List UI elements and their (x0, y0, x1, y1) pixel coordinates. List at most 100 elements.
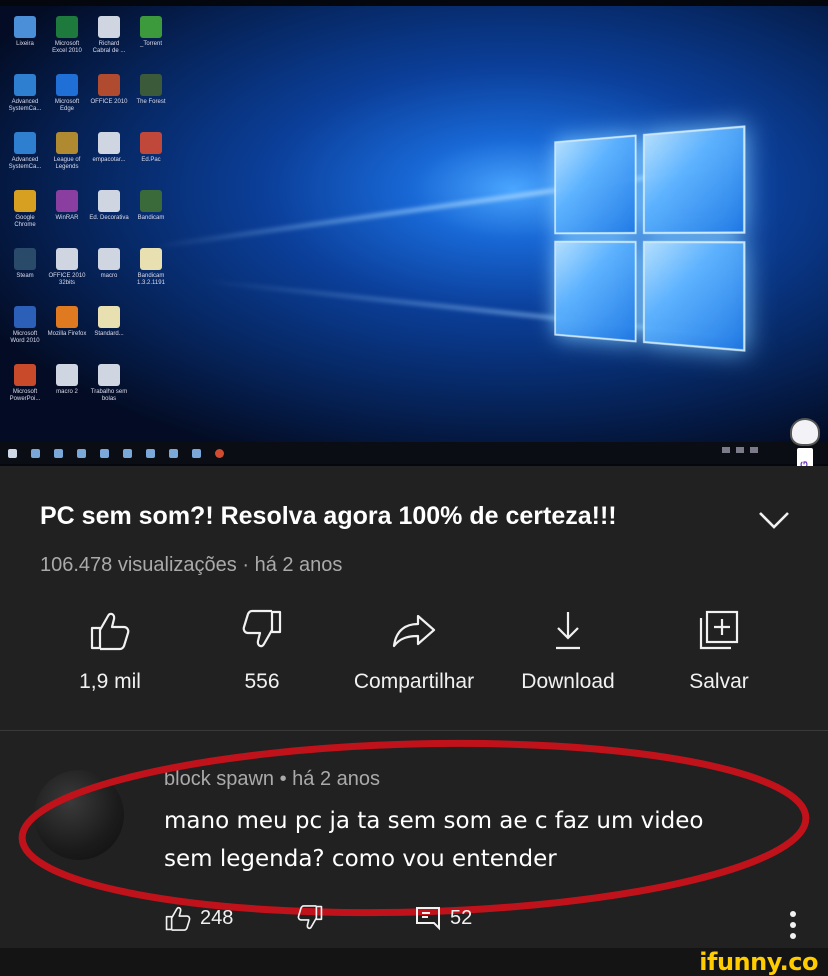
desktop-icon[interactable]: Google Chrome (4, 188, 46, 246)
desktop-icon[interactable]: macro (88, 246, 130, 304)
chevron-down-icon[interactable] (756, 504, 792, 534)
more-options-icon[interactable] (786, 908, 800, 942)
game-icon (140, 74, 162, 96)
ifunny-watermark: ifunny.co (699, 948, 818, 976)
bandicam-icon (140, 190, 162, 212)
desktop-icon-label: Trabalho sem bolas (90, 389, 128, 402)
desktop-icon-label: Bandicam (137, 215, 165, 221)
desktop-icon[interactable]: Microsoft Excel 2010 (46, 14, 88, 72)
save-button[interactable]: Salvar (676, 608, 762, 694)
desktop-icon-label: Microsoft PowerPoi... (9, 389, 41, 402)
league-icon (56, 132, 78, 154)
desktop-icon[interactable]: OFFICE 2010 32bits (46, 246, 88, 304)
desktop-icon-label: Advanced SystemCa... (8, 99, 42, 112)
desktop-icon-label: Steam (16, 273, 34, 279)
windows-logo-pane (643, 125, 746, 234)
volume-icon (736, 447, 744, 453)
desktop-icon-label: empacotar... (92, 157, 126, 163)
comment-like-button[interactable]: 248 (164, 904, 233, 932)
firefox-icon (56, 306, 78, 328)
desktop-icon-grid: Lixeira Microsoft Excel 2010 Richard Cabra… (4, 14, 184, 420)
comment-dislike-button[interactable] (296, 904, 324, 932)
comment-author[interactable]: block spawn • há 2 anos (164, 768, 380, 791)
download-button[interactable]: Download (510, 608, 626, 694)
desktop-icon-label: WinRAR (55, 215, 79, 221)
download-icon (556, 612, 580, 650)
desktop-icon[interactable]: League of Legends (46, 130, 88, 188)
replies-button[interactable]: 52 (414, 904, 472, 932)
desktop-icon[interactable]: Trabalho sem bolas (88, 362, 130, 420)
edge-icon (77, 448, 86, 458)
desktop-icon-label: Lixeira (16, 41, 34, 47)
desktop-icon[interactable]: Steam (4, 246, 46, 304)
desktop-icon[interactable]: macro 2 (46, 362, 88, 420)
save-label: Salvar (689, 670, 749, 693)
replies-count: 52 (450, 906, 473, 929)
recycle-bin-icon (14, 16, 36, 38)
office-icon (98, 74, 120, 96)
desktop-icon-label: macro (100, 273, 118, 279)
video-actions: 1,9 mil 556 Compartilhar Download Salvar (0, 608, 828, 708)
desktop-icon[interactable]: Microsoft Edge (46, 72, 88, 130)
document-icon (98, 16, 120, 38)
store-icon (123, 448, 132, 458)
word-icon (14, 306, 36, 328)
desktop-icon-label: Ed. Decorativa (89, 215, 129, 221)
comment-replies-icon (416, 907, 440, 931)
share-label: Compartilhar (353, 670, 475, 693)
avatar[interactable] (34, 770, 124, 860)
document-icon (56, 248, 78, 270)
desktop-icon-label: Bandicam 1.3.2.1191 (137, 273, 165, 286)
desktop-icon[interactable]: Lixeira (4, 14, 46, 72)
desktop-icon[interactable]: OFFICE 2010 (88, 72, 130, 130)
stig-watermark: STIG (789, 418, 821, 466)
document-icon (98, 364, 120, 386)
desktop-icon[interactable]: Bandicam (130, 188, 172, 246)
keyboard-icon (750, 447, 758, 453)
comment-line: mano meu pc ja ta sem som ae c faz um vi… (164, 808, 704, 834)
desktop-icon-label: _Torrent (139, 41, 162, 47)
desktop-icon[interactable]: The Forest (130, 72, 172, 130)
desktop-icon[interactable]: empacotar... (88, 130, 130, 188)
desktop-icon-label: OFFICE 2010 (90, 99, 128, 105)
powerpoint-icon (14, 364, 36, 386)
app-icon (192, 448, 201, 458)
like-button[interactable]: 1,9 mil (70, 608, 150, 694)
desktop-icon (130, 304, 172, 362)
thumbs-down-icon (242, 609, 282, 648)
network-icon (722, 447, 730, 453)
desktop-icon-label: League of Legends (53, 157, 81, 170)
desktop-icon-label: Microsoft Edge (54, 99, 80, 112)
desktop-icon[interactable]: _Torrent (130, 14, 172, 72)
desktop-icon[interactable]: Microsoft PowerPoi... (4, 362, 46, 420)
windows-desktop-wallpaper: Lixeira Microsoft Excel 2010 Richard Cabra… (0, 6, 828, 442)
windows-taskbar (0, 442, 828, 464)
dislike-button[interactable]: 556 (224, 608, 300, 694)
desktop-icon[interactable]: Microsoft Word 2010 (4, 304, 46, 362)
desktop-icon[interactable]: Ed. Decorativa (88, 188, 130, 246)
desktop-icon[interactable]: WinRAR (46, 188, 88, 246)
desktop-icon[interactable]: Advanced SystemCa... (4, 72, 46, 130)
video-title[interactable]: PC sem som?! Resolva agora 100% de certe… (40, 502, 730, 531)
desktop-icon[interactable]: Mozilla Firefox (46, 304, 88, 362)
document-icon (98, 248, 120, 270)
document-icon (98, 190, 120, 212)
desktop-icon[interactable]: Advanced SystemCa... (4, 130, 46, 188)
desktop-icon[interactable]: Bandicam 1.3.2.1191 (130, 246, 172, 304)
windows-logo-pane (554, 134, 637, 235)
steam-icon (14, 248, 36, 270)
desktop-icon[interactable]: Richard Cabral de ... (88, 14, 130, 72)
desktop-icon[interactable]: Ed.Pac (130, 130, 172, 188)
desktop-icon-label: Microsoft Word 2010 (10, 331, 40, 344)
desktop-icon[interactable]: Standard... (88, 304, 130, 362)
add-to-playlist-icon (699, 610, 739, 650)
divider (0, 730, 828, 731)
record-icon (215, 448, 224, 458)
start-icon (8, 448, 17, 458)
share-arrow-icon (392, 614, 436, 648)
desktop-icon-label: Mozilla Firefox (47, 331, 87, 337)
video-player[interactable]: Lixeira Microsoft Excel 2010 Richard Cabra… (0, 0, 828, 466)
comment-like-count: 248 (200, 906, 234, 929)
share-button[interactable]: Compartilhar (340, 608, 488, 694)
folder-icon (100, 448, 109, 458)
